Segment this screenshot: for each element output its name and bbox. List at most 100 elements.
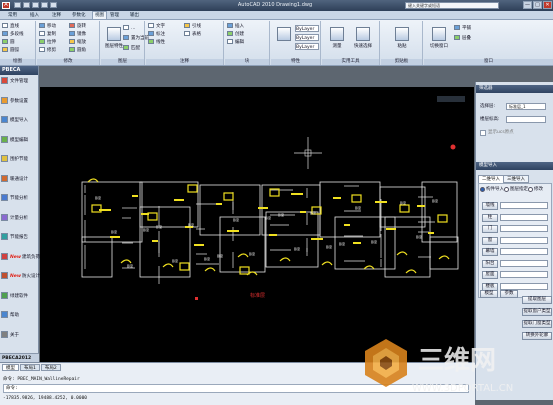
open-icon[interactable] [23,2,30,8]
linetype-select[interactable]: ByLayer [295,34,319,41]
trim-tool[interactable]: 修剪 [39,47,56,54]
layout2-tab[interactable]: 布局2 [40,364,61,371]
paste-button[interactable]: 粘贴 [391,27,413,57]
model-tab[interactable]: 模型 [2,364,19,371]
pbeca-menu-item[interactable]: 模型导入 [1,115,38,126]
import-action-button[interactable]: 提取图层 [522,296,552,304]
dimension-tool[interactable]: 标注 [148,31,165,38]
import-mode-radio[interactable] [504,187,509,192]
pbeca-menu-item[interactable]: 计量分析 [1,213,38,224]
create-block-tool[interactable]: 创建 [227,31,244,38]
lineweight-select[interactable]: ByLayer [295,43,319,50]
element-type-button[interactable]: 屋面 [482,271,498,279]
tab-view[interactable]: 视图 [92,11,107,19]
scale-tool[interactable]: 缩放 [69,39,86,46]
save-icon[interactable] [32,2,39,8]
undo-icon[interactable] [41,2,48,8]
pbeca-menu-item[interactable]: 文件管理 [1,76,38,87]
layer-state[interactable]: … [123,25,136,32]
pbeca-menu-item[interactable]: 节能分析 [1,193,38,204]
quick-access-toolbar[interactable] [14,2,59,10]
search-input[interactable]: 键入关键字或短语 [405,2,499,9]
tab-2d-import[interactable]: 二维导入 [478,175,504,183]
tab-annotate[interactable]: 注释 [52,12,61,20]
import-mode-radio[interactable] [480,187,485,192]
menu-item-label: 节能分析 [10,196,28,201]
element-layer-field[interactable] [500,248,548,255]
app-logo-icon[interactable]: A [2,2,10,9]
quick-select-button[interactable]: 快速选择 [352,27,374,57]
measure-button[interactable]: 测量 [326,27,348,57]
close-button[interactable]: ✕ [543,1,552,9]
import-action-button[interactable]: 提取窗户类型 [522,308,552,316]
element-type-button[interactable]: 窗 [482,236,498,245]
pbeca-menu-item[interactable]: 帮助 [1,310,38,321]
element-layer-field[interactable] [500,282,548,290]
tab-parametric[interactable]: 参数化 [72,12,86,20]
pbeca-menu-item[interactable]: 节能报告 [1,232,38,243]
element-layer-field[interactable] [500,259,548,267]
layer-select[interactable]: 标准层_1 [506,103,546,110]
new-icon[interactable] [14,2,21,8]
pbeca-menu-item[interactable]: 暖通设计 [1,174,38,185]
drawing-canvas[interactable]: 卧室 卧室 卧室 卧室 卧室 卧室 卧室 卧室 卧室 卧室 卧室 卧室 卧室 卧室 卧室 卧室 卧室 卧室 卧室 卧室… [40,87,474,363]
tab-manage[interactable]: 管理 [110,12,119,20]
minimize-button[interactable]: — [523,1,532,9]
element-layer-field[interactable] [500,225,548,232]
rotate-tool[interactable]: 旋转 [69,23,86,30]
text-tool[interactable]: 文字 [148,23,165,30]
pbeca-menu-item[interactable]: New防火设计 [1,271,40,282]
insert-block-tool[interactable]: 插入 [227,23,244,30]
tile-button[interactable]: 平铺 [454,25,471,32]
pbeca-menu-item[interactable]: 绿建软件 [1,291,38,302]
line-tool[interactable]: 直线 [2,23,19,30]
edit-block-tool[interactable]: 编辑 [227,39,244,46]
color-select[interactable]: ByLayer [295,25,319,32]
floor-elevation-input[interactable] [506,116,546,123]
tab-home[interactable]: 常用 [8,12,17,20]
pbeca-menu-item[interactable]: 模型编辑 [1,135,38,146]
pbeca-menu-item[interactable]: 参数设置 [1,96,38,107]
element-type-button[interactable]: 门 [482,225,498,233]
leader-tool[interactable]: 引线 [184,23,201,30]
element-layer-field[interactable] [500,202,548,209]
switch-window-button[interactable]: 切换窗口 [428,27,450,57]
copy-tool[interactable]: 复制 [39,31,56,38]
pbeca-menu-item[interactable]: 围护节能 [1,154,38,165]
tab-insert[interactable]: 插入 [30,12,39,20]
import-action-button[interactable]: 模型 [480,290,498,298]
element-layer-field[interactable] [500,213,548,221]
cascade-button[interactable]: 层叠 [454,35,471,42]
viewcube-bar[interactable] [437,96,465,102]
element-layer-field[interactable] [500,236,548,244]
pbeca-menu-item[interactable]: 关于 [1,330,38,341]
tab-3d-import[interactable]: 三维导入 [503,175,529,183]
element-type-button[interactable]: 阳台 [482,259,498,268]
element-type-button[interactable]: 柱 [482,213,498,222]
arc-tool[interactable]: 圆弧 [2,47,19,54]
stretch-tool[interactable]: 拉伸 [39,39,56,46]
layer-properties-button[interactable]: 图层特性 [103,27,125,57]
linear-tool[interactable]: 线性 [148,39,165,46]
mirror-tool[interactable]: 镜像 [69,31,86,38]
ucs-checkbox[interactable] [480,130,486,136]
import-action-button[interactable]: 参数 [500,290,518,298]
fillet-tool[interactable]: 圆角 [69,47,86,54]
match-properties-button[interactable] [273,27,295,57]
pbeca-menu-item[interactable]: New建筑负荷 [1,252,40,263]
element-type-button[interactable]: 墙线 [482,202,498,210]
move-tool[interactable]: 移动 [39,23,56,30]
floor-plan-drawing[interactable]: 卧室卧室卧室卧室卧室卧室卧室卧室卧室卧室卧室卧室卧室卧室卧室卧室卧室卧室卧室卧室… [40,87,474,363]
circle-tool[interactable]: 圆 [2,39,15,46]
layout1-tab[interactable]: 布局1 [20,364,40,371]
import-mode-radio[interactable] [528,187,533,192]
element-type-button[interactable]: 幕墙 [482,248,498,256]
measure-icon [330,27,344,41]
redo-icon[interactable] [50,2,57,8]
tab-output[interactable]: 输出 [130,12,139,20]
element-layer-field[interactable] [500,271,548,278]
table-tool[interactable]: 表格 [184,31,201,38]
match-tool[interactable]: 匹配 [123,45,140,52]
maximize-button[interactable]: □ [533,1,542,9]
polyline-tool[interactable]: 多段线 [2,31,24,38]
